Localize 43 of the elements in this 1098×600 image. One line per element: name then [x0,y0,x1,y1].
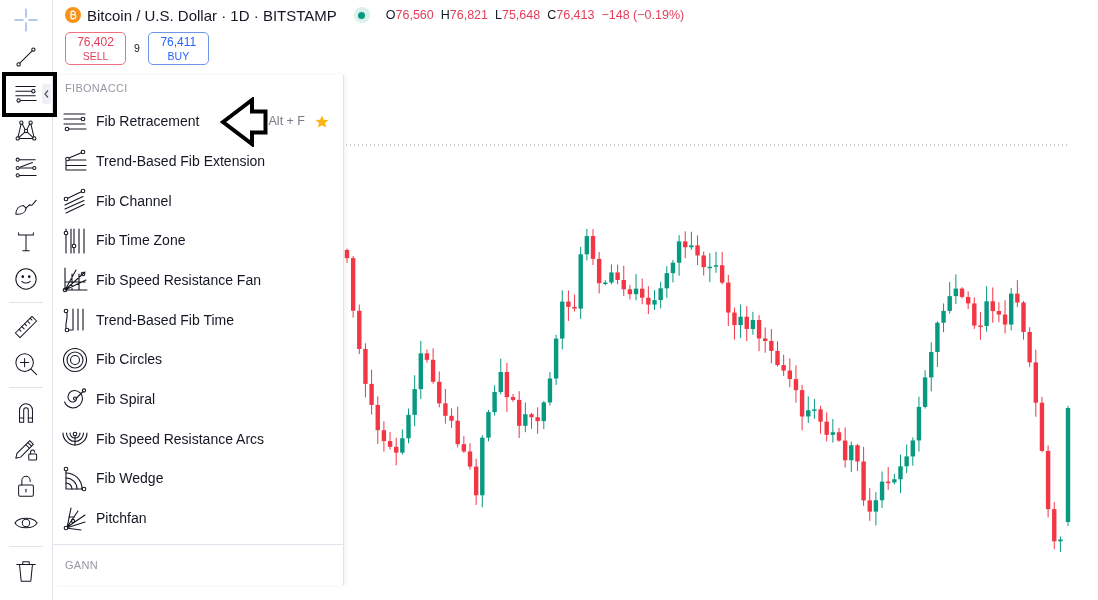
menu-item[interactable]: Fib Time Zone [53,220,343,261]
crosshair-icon [14,7,38,32]
zoom-in-icon [14,351,38,376]
star-icon[interactable] [315,114,329,129]
menu-item[interactable]: Trend-Based Fib Extension [53,141,343,182]
menu-item[interactable]: Fib Channel [53,181,343,221]
left-arrow-icon [220,97,268,147]
coin-logo-icon [65,7,81,23]
chevron-left-icon [42,83,51,104]
shortcut-label: Alt + F [268,113,305,131]
menu-item[interactable]: Fib Circles [53,339,343,380]
line-segment-icon [14,44,38,69]
smiley-icon [14,266,38,291]
sell-button[interactable]: 76,402 SELL [65,32,126,65]
menu-item[interactable]: Fib Retracement Alt + F [53,101,343,142]
menu-item[interactable]: Fib Speed Resistance Fan [53,260,343,301]
market-status-icon [353,7,370,23]
highlight-frame [2,72,57,117]
menu-item[interactable]: Trend-Based Fib Time [53,300,343,340]
menu-item[interactable]: Fib Spiral [53,379,343,420]
concentric-circles-icon [62,346,88,373]
wedge-arcs-icon [62,465,88,492]
symbol-title: Bitcoin / U.S. Dollar · 1D · BITSTAMP [87,7,337,23]
trash-icon [14,558,38,583]
section-heading: FIBONACCI [64,81,129,97]
price-change: −148 (−0.19%) [601,8,685,22]
buy-button[interactable]: 76,411 BUY [147,32,209,65]
fan-grid-icon [62,267,88,294]
menu-item[interactable]: Fib Speed Resistance Arcs [53,419,343,459]
vertical-lines-icon [62,227,88,254]
ruler-icon [14,314,38,339]
ohlc-reading: L75,648 [495,8,541,22]
parallel-levels-icon [14,155,38,180]
menu-item[interactable]: Pitchfan [53,498,343,539]
menu-item[interactable]: Fib Wedge [53,458,343,499]
ohlc-reading: H76,821 [440,8,488,22]
spread-value: 9 [134,40,140,56]
pattern-nodes-icon [14,118,38,143]
section-heading: GANN [64,557,99,573]
parallel-channel-icon [62,188,88,214]
ohlc-reading: O76,560 [385,8,434,22]
fan-lines-icon [62,505,88,532]
ohlc-reading: C76,413 [547,8,595,22]
